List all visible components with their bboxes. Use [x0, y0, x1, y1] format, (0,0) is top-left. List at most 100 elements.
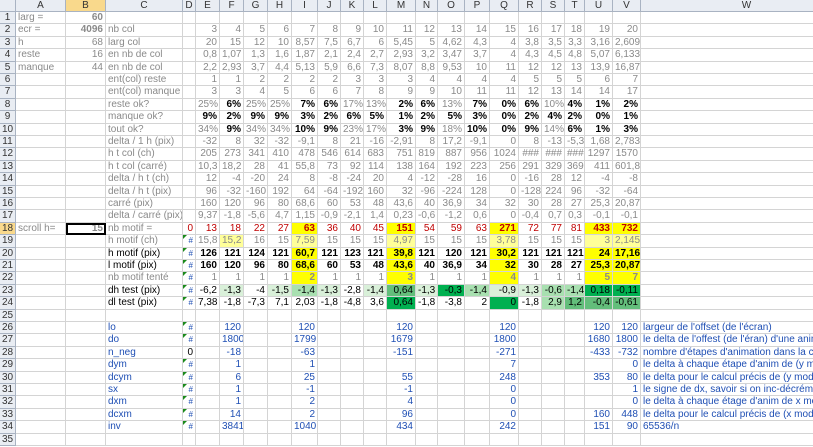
cell-m20[interactable]: 39,8	[387, 247, 416, 260]
cell-h3[interactable]: 10	[268, 36, 292, 50]
cell-s8[interactable]: 10%	[542, 98, 565, 112]
cell-k21[interactable]: 53	[341, 260, 364, 273]
cell-i17[interactable]: 1,15	[292, 210, 318, 223]
cell-m17[interactable]: 0,23	[387, 210, 416, 223]
cell-g19[interactable]: 16	[244, 235, 268, 248]
cell-n8[interactable]: 6%	[416, 98, 438, 112]
cell-a4[interactable]: reste	[16, 49, 66, 62]
cell-t32[interactable]	[565, 396, 585, 409]
cell-o9[interactable]: 5%	[438, 111, 465, 124]
cell-f33[interactable]: 14	[220, 408, 244, 422]
cell-d18[interactable]: 0	[183, 222, 196, 236]
cell-q11[interactable]: 0	[490, 136, 519, 149]
cell-s25[interactable]	[542, 309, 565, 322]
cell-v9[interactable]: 1%	[613, 111, 641, 124]
column-header-f[interactable]: F	[220, 0, 244, 12]
cell-s14[interactable]: 28	[542, 173, 565, 186]
cell-u31[interactable]	[585, 384, 613, 397]
cell-a14[interactable]	[16, 173, 66, 186]
cell-k11[interactable]: 21	[341, 136, 364, 149]
cell-j3[interactable]: 7,5	[318, 36, 341, 50]
cell-u33[interactable]: 160	[585, 408, 613, 422]
cell-h20[interactable]: 121	[268, 247, 292, 260]
cell-a2[interactable]: ecr =	[16, 24, 66, 37]
cell-q29[interactable]: 7	[490, 359, 519, 372]
row-header-29[interactable]: 29	[0, 359, 16, 372]
cell-j6[interactable]: 2	[318, 74, 341, 87]
cell-q10[interactable]: 0%	[490, 123, 519, 136]
cell-n35[interactable]	[416, 433, 438, 446]
cell-l9[interactable]: 5%	[364, 111, 387, 124]
cell-b1[interactable]: 60	[66, 12, 106, 25]
cell-l14[interactable]: 20	[364, 173, 387, 186]
cell-q33[interactable]: 0	[490, 408, 519, 422]
cell-m22[interactable]: 3	[387, 272, 416, 285]
cell-p34[interactable]	[465, 421, 490, 434]
cell-l29[interactable]	[364, 359, 387, 372]
cell-t2[interactable]: 18	[565, 24, 585, 37]
cell-w33[interactable]: le delta pour le calcul précis de (x mod…	[641, 409, 813, 422]
cell-a13[interactable]	[16, 160, 66, 174]
cell-a23[interactable]	[16, 284, 66, 298]
cell-q6[interactable]: 4	[490, 74, 519, 87]
cell-w22[interactable]	[641, 272, 813, 285]
cell-p24[interactable]: 2	[465, 297, 490, 310]
cell-j1[interactable]	[318, 12, 341, 25]
cell-h27[interactable]	[268, 334, 292, 347]
cell-r13[interactable]: 291	[519, 160, 542, 174]
cell-o25[interactable]	[438, 309, 465, 322]
cell-k20[interactable]: 123	[341, 247, 364, 260]
cell-w35[interactable]	[641, 434, 813, 446]
cell-q5[interactable]: 11	[490, 61, 519, 74]
column-header-l[interactable]: L	[364, 0, 387, 12]
cell-q35[interactable]	[490, 433, 519, 446]
cell-o20[interactable]: 120	[438, 247, 465, 260]
cell-r7[interactable]: 12	[519, 86, 542, 99]
cell-f25[interactable]	[220, 309, 244, 322]
cell-i34[interactable]: 1040	[292, 421, 318, 434]
cell-j24[interactable]: -1,8	[318, 297, 341, 310]
cell-q24[interactable]: 0	[490, 297, 519, 310]
cell-h30[interactable]	[268, 371, 292, 384]
cell-b14[interactable]	[66, 173, 106, 186]
cell-f3[interactable]: 15	[220, 36, 244, 50]
cell-p3[interactable]: 4,3	[465, 36, 490, 50]
cell-f7[interactable]: 3	[220, 86, 244, 99]
cell-a6[interactable]	[16, 74, 66, 87]
cell-s2[interactable]: 17	[542, 24, 565, 37]
cell-r31[interactable]	[519, 384, 542, 397]
cell-r9[interactable]: 2%	[519, 111, 542, 124]
cell-r10[interactable]: 9%	[519, 123, 542, 136]
cell-j20[interactable]: 121	[318, 247, 341, 260]
cell-v14[interactable]: -8	[613, 173, 641, 186]
cell-v25[interactable]	[613, 309, 641, 322]
row-header-7[interactable]: 7	[0, 86, 16, 99]
column-header-o[interactable]: O	[438, 0, 465, 12]
cell-f24[interactable]: -1,8	[220, 297, 244, 310]
cell-s20[interactable]: 121	[542, 247, 565, 260]
cell-s16[interactable]: 28	[542, 198, 565, 211]
cell-m15[interactable]: 32	[387, 185, 416, 198]
cell-c20[interactable]: h motif (pix)	[106, 247, 183, 260]
cell-e24[interactable]: 7,38	[196, 297, 220, 310]
cell-u11[interactable]: 1,68	[585, 136, 613, 149]
cell-m26[interactable]: 120	[387, 322, 416, 335]
cell-f12[interactable]: 273	[220, 148, 244, 161]
cell-j13[interactable]: 73	[318, 160, 341, 174]
cell-i3[interactable]: 8,57	[292, 36, 318, 50]
cell-n4[interactable]: 3,2	[416, 49, 438, 62]
cell-w28[interactable]: nombre d'étapes d'animation dans la colo…	[641, 347, 813, 360]
cell-w19[interactable]	[641, 235, 813, 248]
cell-t29[interactable]	[565, 359, 585, 372]
cell-i32[interactable]: 2	[292, 396, 318, 409]
cell-v29[interactable]: 0	[613, 359, 641, 372]
cell-t15[interactable]: 96	[565, 185, 585, 198]
cell-i16[interactable]: 68,6	[292, 198, 318, 211]
cell-d7[interactable]	[183, 86, 196, 99]
cell-u20[interactable]: 24	[585, 247, 613, 260]
cell-e33[interactable]	[196, 408, 220, 422]
cell-e19[interactable]: 15,8	[196, 235, 220, 248]
cell-c32[interactable]: dxm	[106, 396, 183, 409]
column-header-u[interactable]: U	[585, 0, 613, 12]
cell-b13[interactable]	[66, 160, 106, 174]
